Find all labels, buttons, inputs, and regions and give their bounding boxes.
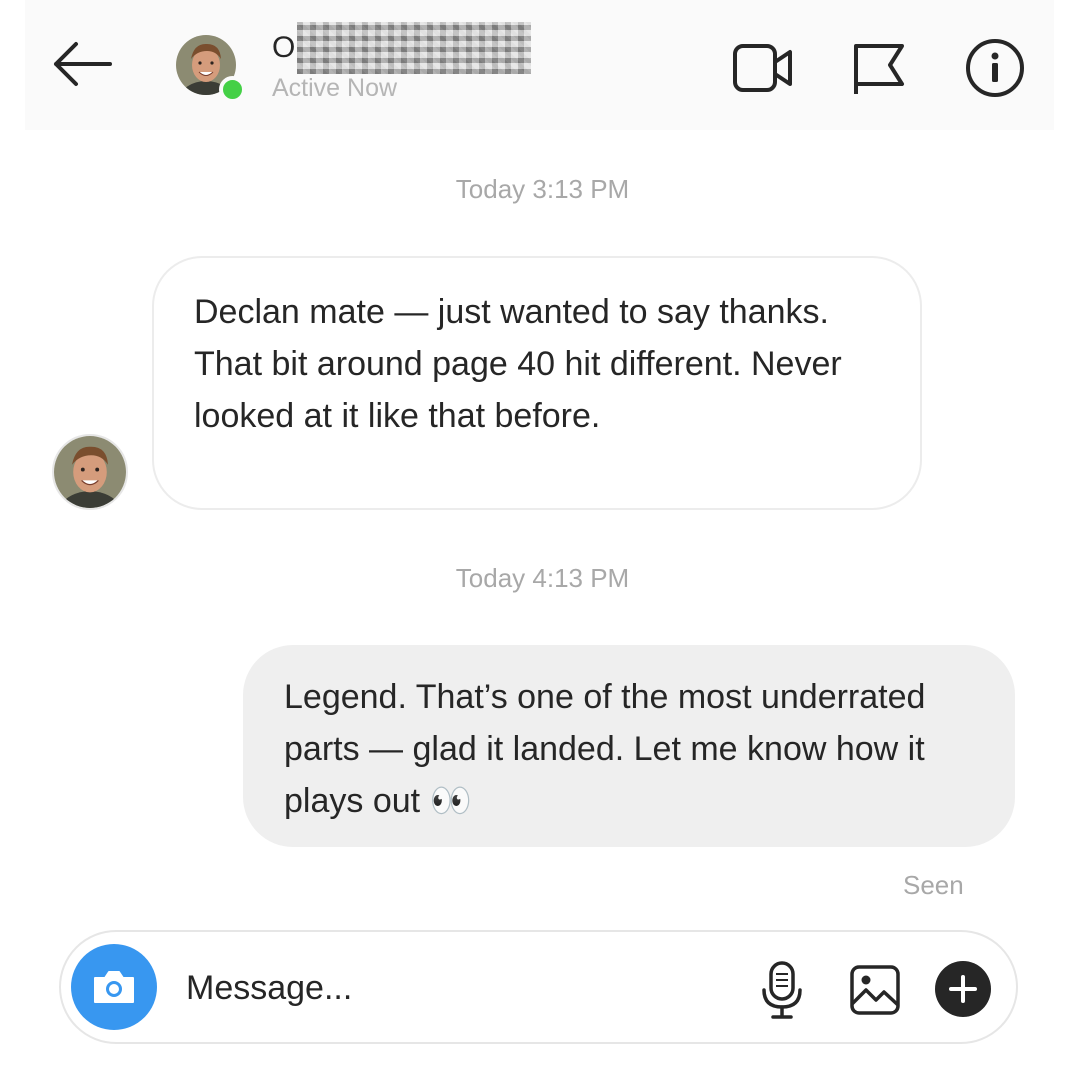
- incoming-message-bubble[interactable]: Declan mate — just wanted to say thanks.…: [152, 256, 922, 510]
- active-status: Active Now: [272, 74, 398, 102]
- video-camera-icon: [733, 44, 792, 92]
- report-button[interactable]: [850, 38, 914, 98]
- message-timestamp: Today 4:13 PM: [455, 563, 630, 593]
- online-status-dot: [219, 76, 246, 103]
- contact-name-redacted: [297, 22, 532, 74]
- flag-icon: [854, 44, 904, 94]
- voice-message-button[interactable]: [759, 960, 805, 1020]
- outgoing-message-bubble[interactable]: Legend. That’s one of the most underrate…: [243, 645, 1015, 847]
- plus-circle-icon: [949, 975, 977, 1003]
- microphone-icon: [762, 961, 802, 1019]
- back-button[interactable]: [50, 36, 116, 92]
- camera-button[interactable]: [71, 944, 157, 1030]
- info-circle-icon: [966, 39, 1024, 97]
- camera-icon: [94, 971, 134, 1003]
- contact-avatar[interactable]: [176, 35, 246, 105]
- sender-avatar[interactable]: [52, 434, 128, 510]
- gallery-button[interactable]: [849, 964, 901, 1016]
- avatar: [52, 434, 128, 510]
- info-button[interactable]: [964, 38, 1028, 98]
- video-call-button[interactable]: [732, 38, 796, 98]
- message-input[interactable]: [186, 960, 726, 1016]
- message-timestamp: Today 3:13 PM: [455, 174, 630, 204]
- arrow-left-icon: [54, 42, 112, 86]
- seen-receipt: Seen: [903, 870, 964, 900]
- contact-name-initial: O: [272, 31, 296, 64]
- image-icon: [850, 965, 900, 1015]
- message-composer: [59, 930, 1018, 1044]
- more-options-button[interactable]: [935, 961, 991, 1017]
- contact-name[interactable]: O: [272, 20, 532, 76]
